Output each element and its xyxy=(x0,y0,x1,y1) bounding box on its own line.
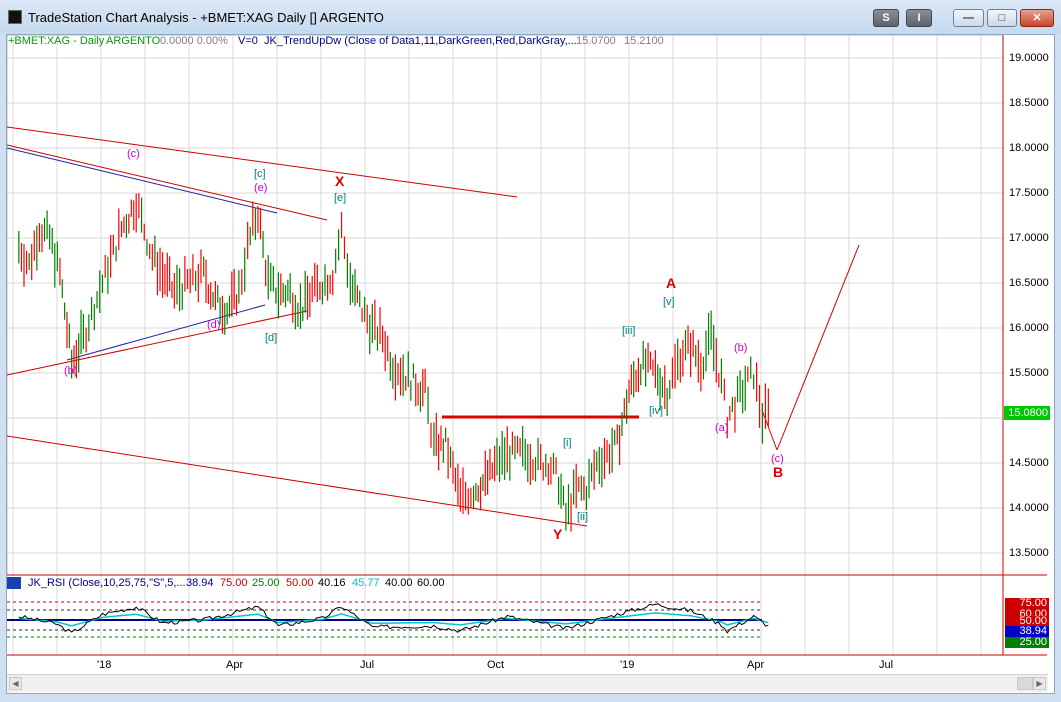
wave-label: Y xyxy=(553,526,563,542)
minimize-button[interactable]: — xyxy=(953,9,984,27)
symbol-label: +BMET:XAG - Daily xyxy=(8,35,105,47)
wave-label: (b) xyxy=(734,342,748,354)
wave-label: (e) xyxy=(254,182,268,194)
price-tick: 13.5000 xyxy=(1009,547,1049,559)
rsi-value-4: 50.00 xyxy=(286,577,314,589)
wave-label: [i] xyxy=(563,437,572,449)
rsi-value-5: 40.16 xyxy=(318,577,346,589)
wave-label: [iii] xyxy=(622,325,636,337)
price-tick: 14.5000 xyxy=(1009,457,1049,469)
triangle-lower-trendline xyxy=(7,310,308,376)
price-tick: 18.5000 xyxy=(1009,97,1049,109)
rsi-series xyxy=(18,603,769,634)
horizontal-scrollbar[interactable]: ◀ ▶ xyxy=(7,674,1048,692)
wave-label: (b) xyxy=(64,365,78,377)
symbol-name: ARGENTO xyxy=(106,35,161,47)
rsi-pane xyxy=(7,601,769,638)
wave-label: A xyxy=(666,275,677,291)
app-icon xyxy=(8,10,22,24)
wave-label: [e] xyxy=(334,192,347,204)
rsi-label: JK_RSI (Close,10,25,75,"S",5,... xyxy=(28,577,186,589)
wave-label: [d] xyxy=(265,332,278,344)
time-tick: Jul xyxy=(360,659,375,671)
price-tick: 14.0000 xyxy=(1009,502,1049,514)
link-menu-button[interactable]: I xyxy=(906,9,932,27)
wave-label: [v] xyxy=(663,296,675,308)
wave-label: [iv] xyxy=(649,405,664,417)
change-values: 0.0000 0.00% xyxy=(160,35,228,47)
scroll-left-arrow-icon[interactable]: ◀ xyxy=(9,677,22,690)
grid-lines xyxy=(7,35,1003,655)
indicator-value-2: 15.2100 xyxy=(624,35,664,47)
close-button[interactable]: ✕ xyxy=(1020,9,1054,27)
window-titlebar: TradeStation Chart Analysis - +BMET:XAG … xyxy=(0,0,1061,34)
time-tick: Apr xyxy=(226,659,244,671)
last-price-badge: 15.0800 xyxy=(1004,406,1050,420)
indicator-label: JK_TrendUpDw (Close of Data1,11,DarkGree… xyxy=(264,35,577,47)
rsi-value-2: 75.00 xyxy=(220,577,248,589)
time-tick: '19 xyxy=(620,659,635,671)
time-tick: Jul xyxy=(879,659,894,671)
time-tick: '18 xyxy=(97,659,112,671)
rsi-value-3: 25.00 xyxy=(252,577,280,589)
price-tick: 17.5000 xyxy=(1009,187,1049,199)
wave-label: X xyxy=(335,173,345,189)
wave-label: (c) xyxy=(127,148,140,160)
window-title: TradeStation Chart Analysis - +BMET:XAG … xyxy=(28,10,384,25)
triangle-lower-blue-trendline xyxy=(66,304,266,361)
price-tick: 17.0000 xyxy=(1009,232,1049,244)
wave-label: (d) xyxy=(207,319,221,331)
scroll-thumb[interactable] xyxy=(1017,677,1033,690)
rsi-value-7: 40.00 xyxy=(385,577,413,589)
trendlines xyxy=(7,126,860,527)
symbol-link-button[interactable]: S xyxy=(873,9,899,27)
price-pane-border xyxy=(7,35,1004,576)
volume-label: V=0 xyxy=(238,35,258,47)
time-tick: Oct xyxy=(487,659,505,671)
price-tick: 16.0000 xyxy=(1009,322,1049,334)
indicator-value-1: 15.0700 xyxy=(576,35,616,47)
rsi-axis-25: 25.00 xyxy=(1005,637,1049,648)
price-tick: 19.0000 xyxy=(1009,52,1049,64)
price-tick: 16.5000 xyxy=(1009,277,1049,289)
price-tick: 15.5000 xyxy=(1009,367,1049,379)
restore-button[interactable]: □ xyxy=(987,9,1017,27)
projection-line-up xyxy=(776,244,860,451)
wave-label: (a) xyxy=(715,422,729,434)
price-tick: 18.0000 xyxy=(1009,142,1049,154)
scroll-right-arrow-icon[interactable]: ▶ xyxy=(1033,677,1046,690)
wave-label: B xyxy=(773,464,784,480)
rsi-line xyxy=(18,603,769,634)
rsi-value-6: 45.77 xyxy=(352,577,380,589)
rsi-value-8: 60.00 xyxy=(417,577,445,589)
rsi-indicator-icon xyxy=(7,577,21,589)
price-bars xyxy=(18,192,769,532)
time-tick: Apr xyxy=(747,659,765,671)
wave-label: [c] xyxy=(254,168,266,180)
rsi-value-1: 38.94 xyxy=(186,577,214,589)
wave-label: [ii] xyxy=(577,511,588,523)
triangle-upper-trendline xyxy=(7,144,328,221)
